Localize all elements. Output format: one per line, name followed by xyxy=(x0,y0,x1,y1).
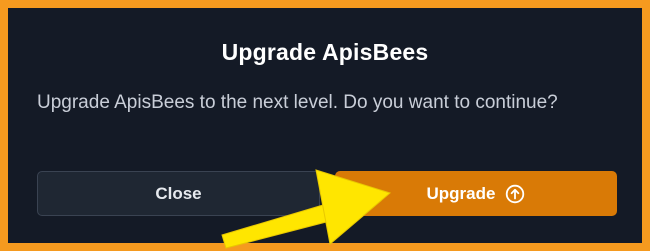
highlight-frame: Upgrade ApisBees Upgrade ApisBees to the… xyxy=(0,0,650,251)
upgrade-dialog: Upgrade ApisBees Upgrade ApisBees to the… xyxy=(8,8,642,243)
upgrade-button[interactable]: Upgrade xyxy=(335,171,617,216)
close-button[interactable]: Close xyxy=(37,171,320,216)
arrow-up-circle-icon xyxy=(505,184,525,204)
upgrade-button-label: Upgrade xyxy=(426,183,496,203)
close-button-label: Close xyxy=(155,183,202,203)
dialog-title: Upgrade ApisBees xyxy=(221,39,429,65)
dialog-message: Upgrade ApisBees to the next level. Do y… xyxy=(37,92,558,113)
